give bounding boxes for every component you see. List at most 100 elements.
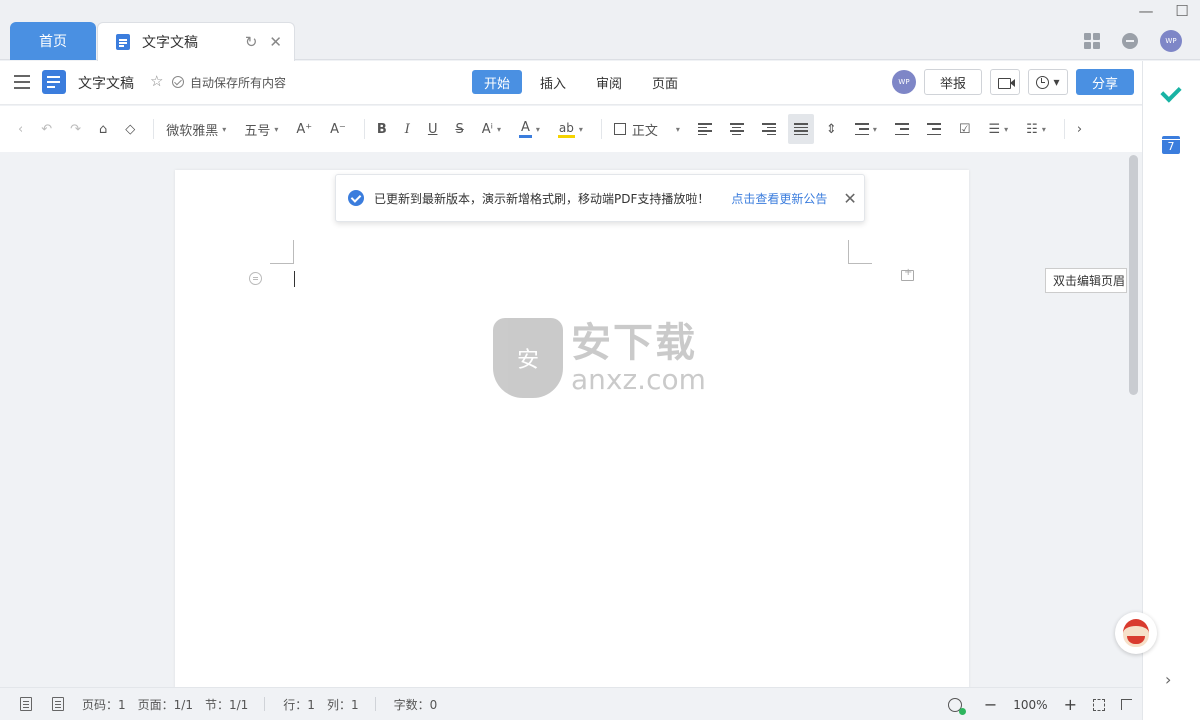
- strikethrough-button[interactable]: S: [449, 114, 469, 144]
- italic-button[interactable]: I: [399, 114, 416, 144]
- checklist-button[interactable]: ☑: [953, 114, 977, 144]
- tab-page[interactable]: 页面: [640, 70, 690, 94]
- format-painter-icon[interactable]: ⌂: [93, 114, 113, 144]
- fit-page-icon[interactable]: [1093, 698, 1105, 711]
- status-bar: 页码：1 页面：1/1 节：1/1 行：1 列：1 字数：0 − 100% +: [0, 687, 1142, 720]
- font-family-select[interactable]: 微软雅黑 ▾: [160, 114, 232, 144]
- ribbon-tabs: 开始 插入 审阅 页面: [472, 70, 690, 94]
- increase-indent-button[interactable]: [921, 114, 947, 144]
- shrink-font-button[interactable]: A⁻: [324, 114, 352, 144]
- chevron-right-icon[interactable]: ›: [1165, 670, 1171, 689]
- align-right-icon: [761, 123, 776, 135]
- maximize-button[interactable]: ☐: [1174, 2, 1190, 20]
- collaborator-avatar[interactable]: WP: [892, 70, 916, 94]
- tab-review[interactable]: 审阅: [584, 70, 634, 94]
- minimize-button[interactable]: —: [1138, 2, 1154, 20]
- text-cursor: [294, 271, 295, 287]
- bold-button[interactable]: B: [371, 114, 393, 144]
- globe-icon[interactable]: [947, 697, 966, 715]
- font-size-select[interactable]: 五号 ▾: [238, 114, 284, 144]
- grow-font-button[interactable]: A⁺: [290, 114, 318, 144]
- video-button[interactable]: [990, 69, 1020, 95]
- document-type-icon: [42, 70, 66, 94]
- margin-corner-top-right: [848, 240, 872, 264]
- zoom-controls: − 100% +: [947, 688, 1132, 720]
- mascot-icon: [1123, 619, 1149, 647]
- vertical-scrollbar[interactable]: [1129, 155, 1138, 395]
- toolbar-divider: [153, 119, 155, 139]
- chevron-down-icon: ▾: [675, 124, 680, 134]
- document-title[interactable]: 文字文稿: [78, 73, 134, 93]
- redo-icon[interactable]: ↷: [64, 114, 87, 144]
- align-center-icon: [729, 123, 744, 135]
- align-center-button[interactable]: [724, 114, 750, 144]
- align-right-button[interactable]: [756, 114, 782, 144]
- font-size-value: 五号: [244, 123, 271, 139]
- add-comment-icon[interactable]: [901, 267, 914, 281]
- zoom-in-button[interactable]: +: [1064, 695, 1077, 714]
- close-tab-icon[interactable]: ✕: [269, 33, 282, 51]
- superscript-button[interactable]: Aⁱ ▾: [476, 114, 507, 144]
- status-divider: [264, 697, 266, 711]
- justify-button[interactable]: [787, 114, 814, 144]
- autosave-check-icon: [172, 76, 184, 88]
- paragraph-menu-icon[interactable]: [249, 272, 262, 285]
- word-count: 字数：0: [393, 697, 438, 712]
- highlight-button[interactable]: ab ▾: [552, 114, 589, 144]
- apps-grid-icon[interactable]: [1084, 33, 1100, 49]
- fullscreen-icon[interactable]: [1121, 699, 1132, 710]
- chevron-down-icon: ▾: [274, 124, 279, 134]
- page-view-icon[interactable]: [52, 697, 64, 711]
- style-icon: [613, 123, 626, 135]
- notice-message: 已更新到最新版本，演示新增格式刷，移动端PDF支持播放啦！: [374, 191, 710, 206]
- column-indicator: 列：1: [326, 697, 359, 712]
- chat-icon[interactable]: [1122, 33, 1138, 49]
- scroll-right-icon[interactable]: ›: [1071, 114, 1088, 144]
- outline-view-icon[interactable]: [20, 697, 32, 711]
- numbered-list-button[interactable]: ☷ ▾: [1020, 114, 1052, 144]
- undo-icon[interactable]: ↶: [35, 114, 58, 144]
- align-left-button[interactable]: [692, 114, 718, 144]
- chevron-down-icon: ▾: [1041, 124, 1046, 134]
- increase-indent-icon: [926, 123, 941, 135]
- font-color-button[interactable]: A ▾: [513, 114, 546, 144]
- zoom-level[interactable]: 100%: [1013, 698, 1047, 712]
- star-icon[interactable]: ☆: [150, 72, 163, 90]
- tab-actions: ↻ ✕: [245, 33, 282, 51]
- line-spacing-button[interactable]: ⇕: [820, 114, 843, 144]
- eraser-icon[interactable]: ◇: [119, 114, 141, 144]
- user-avatar[interactable]: WP: [1160, 30, 1182, 52]
- bullet-list-button[interactable]: ☰ ▾: [982, 114, 1014, 144]
- decrease-indent-button[interactable]: [889, 114, 915, 144]
- menu-icon[interactable]: [14, 75, 30, 89]
- paragraph-spacing-button[interactable]: ▾: [849, 114, 883, 144]
- assistant-mascot[interactable]: [1115, 612, 1157, 654]
- close-icon[interactable]: ✕: [843, 189, 856, 208]
- status-divider: [374, 697, 376, 711]
- tab-document[interactable]: 文字文稿 ↻ ✕: [97, 22, 295, 61]
- align-left-icon: [697, 123, 712, 135]
- tab-insert[interactable]: 插入: [528, 70, 578, 94]
- clock-icon: [1036, 75, 1050, 89]
- report-button[interactable]: 举报: [924, 69, 982, 95]
- document-page[interactable]: 安 安下载 anxz.com: [175, 170, 969, 687]
- history-button[interactable]: ▾: [1028, 69, 1068, 95]
- watermark-text: 安下载 anxz.com: [571, 321, 706, 395]
- calendar-icon[interactable]: 7: [1162, 136, 1180, 154]
- checkmark-app-icon[interactable]: [1160, 83, 1184, 103]
- toolbar-divider: [363, 119, 365, 139]
- top-right-icons: WP: [1084, 30, 1182, 52]
- scroll-left-icon[interactable]: ‹: [12, 114, 29, 144]
- decrease-indent-icon: [894, 123, 909, 135]
- tab-home[interactable]: 首页: [10, 22, 96, 60]
- notice-link[interactable]: 点击查看更新公告: [731, 190, 827, 207]
- share-button[interactable]: 分享: [1076, 69, 1134, 95]
- document-icon: [116, 34, 130, 50]
- zoom-out-button[interactable]: −: [984, 695, 997, 714]
- underline-button[interactable]: U: [422, 114, 444, 144]
- refresh-icon[interactable]: ↻: [245, 33, 258, 51]
- highlight-label: ab: [557, 121, 575, 138]
- bullet-list-icon: ☰: [988, 121, 1001, 137]
- paragraph-style-select[interactable]: 正文 ▾: [608, 114, 686, 144]
- tab-start[interactable]: 开始: [472, 70, 523, 94]
